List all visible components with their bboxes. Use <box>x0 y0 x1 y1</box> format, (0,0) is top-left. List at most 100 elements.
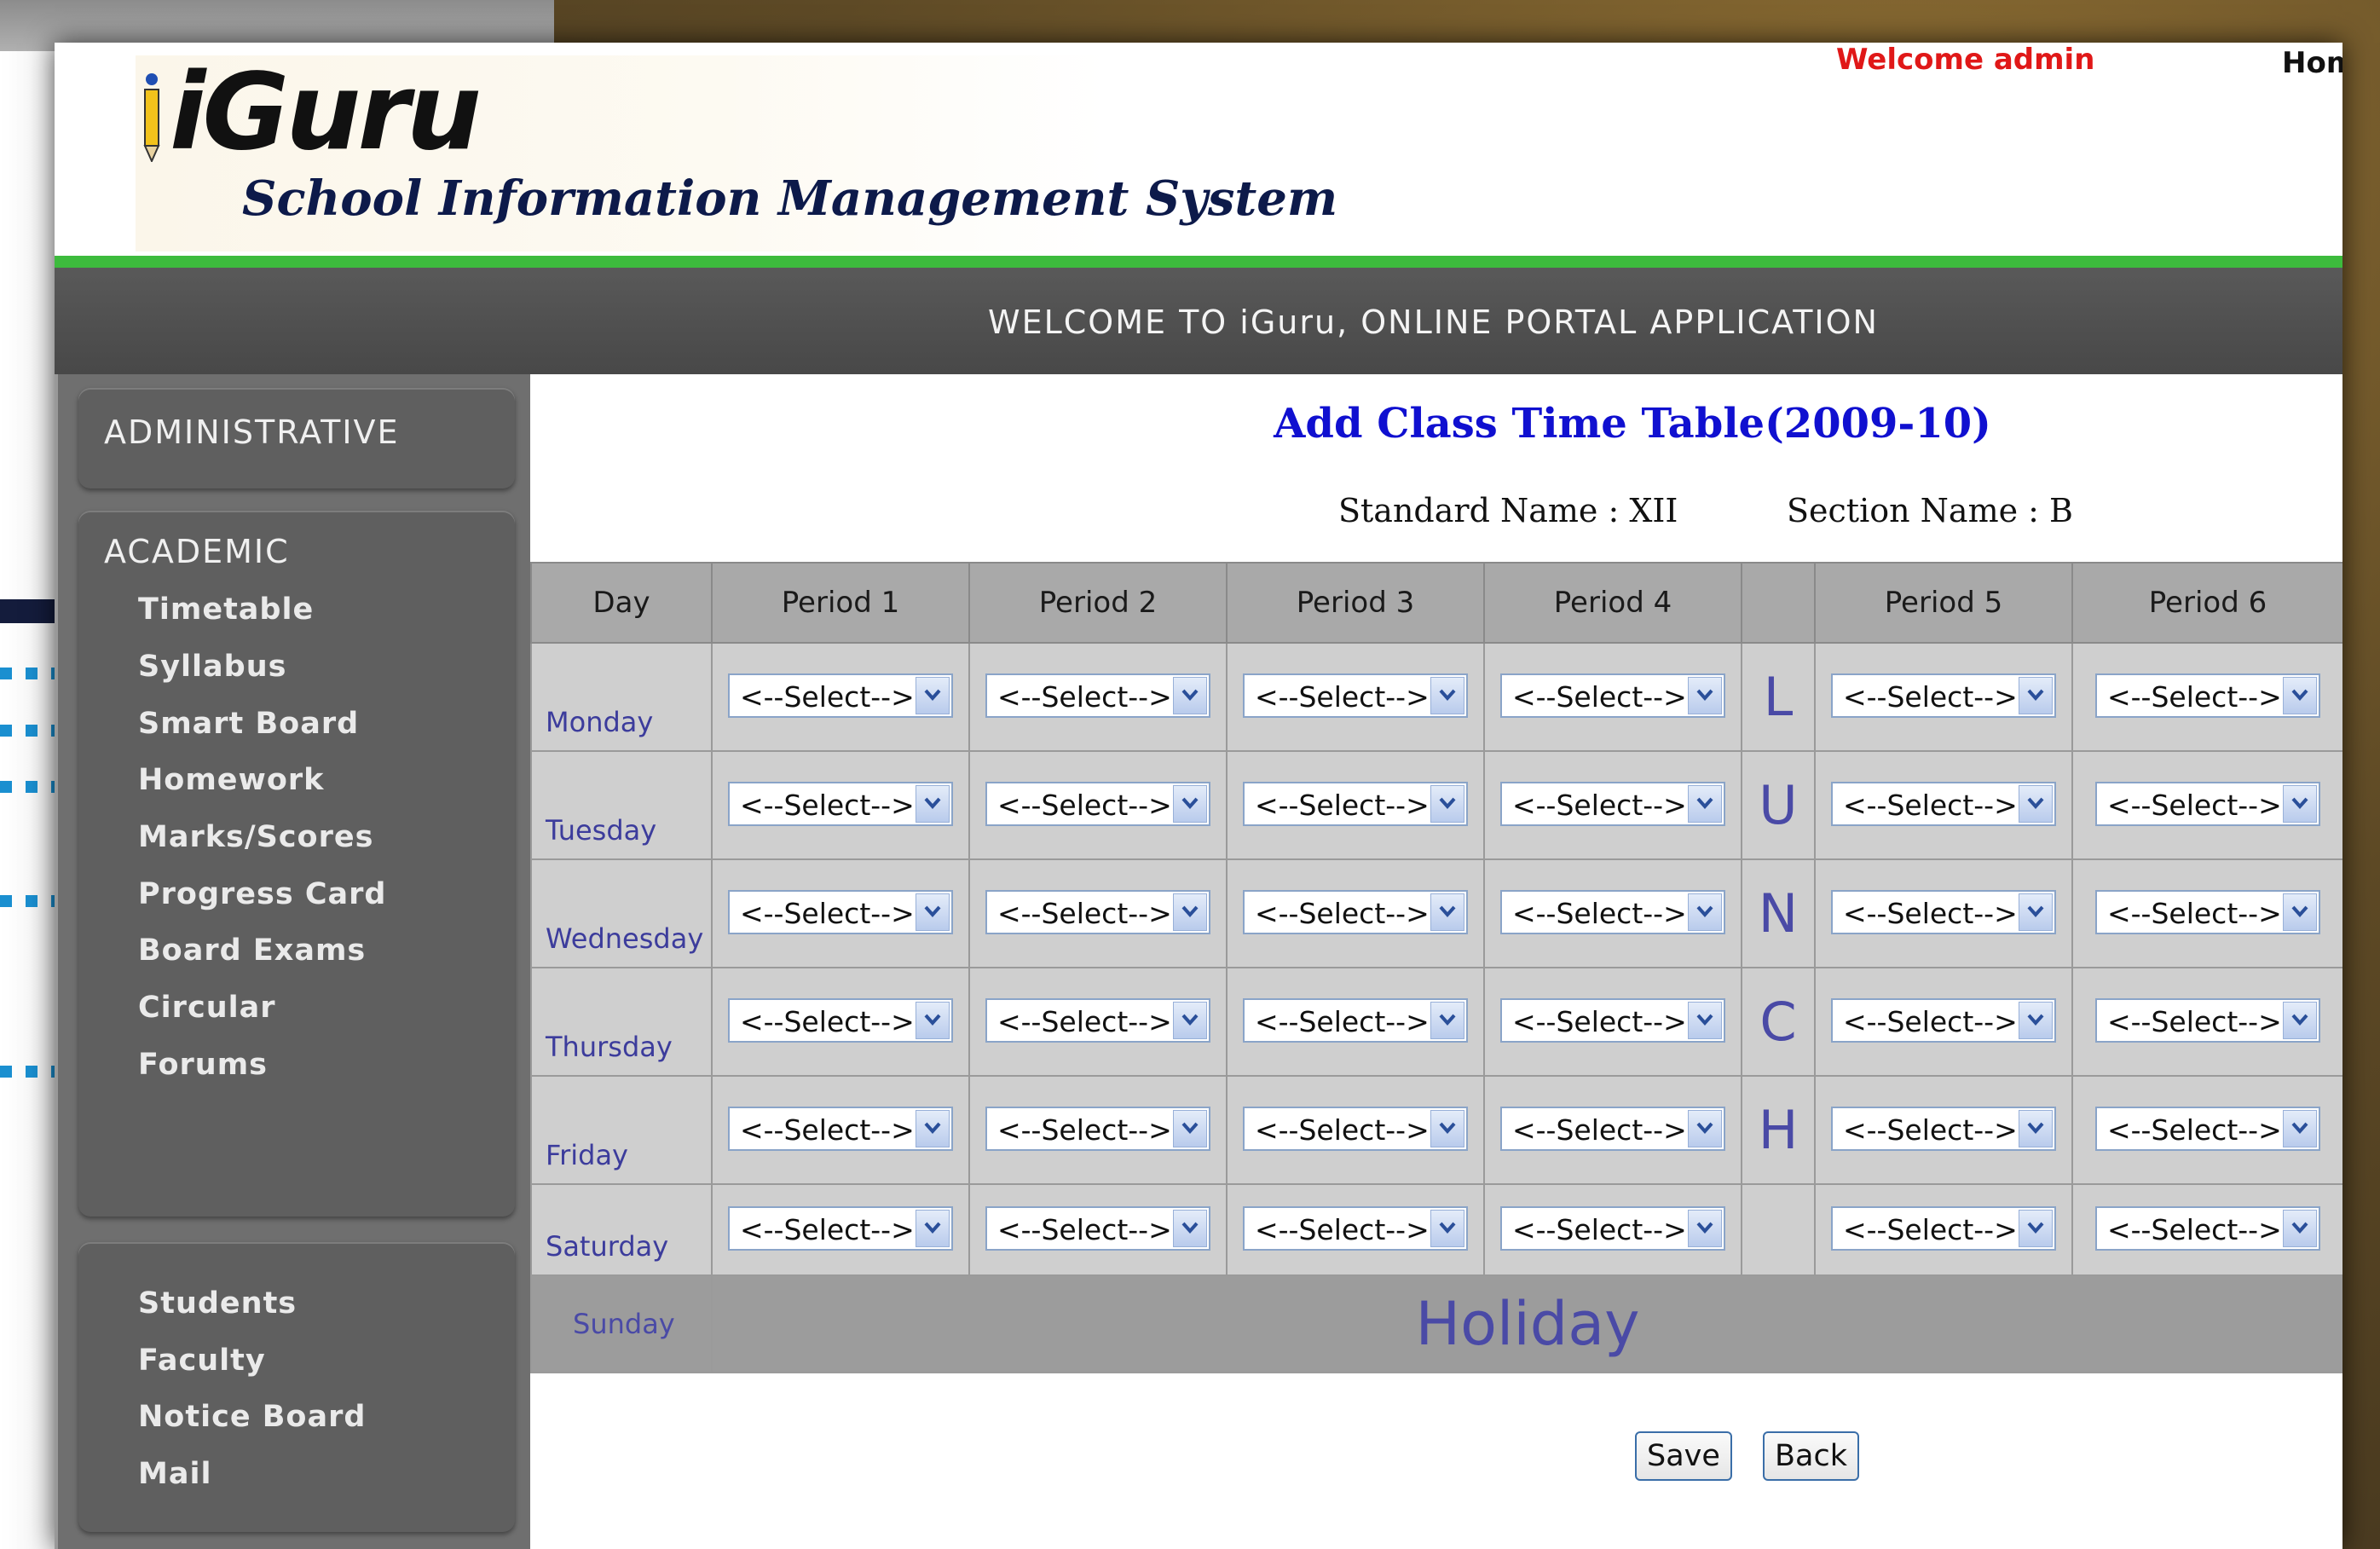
home-link[interactable]: Hom <box>2282 46 2342 80</box>
chevron-down-icon[interactable] <box>916 1209 950 1247</box>
chevron-down-icon[interactable] <box>916 893 950 931</box>
period-5-select-saturday[interactable]: <--Select--> <box>1831 1205 2056 1251</box>
academic-heading[interactable]: ACADEMIC <box>104 533 290 570</box>
nav-item-students[interactable]: Students <box>138 1286 297 1321</box>
nav-item-mail[interactable]: Mail <box>138 1457 211 1491</box>
chevron-down-icon[interactable] <box>916 676 950 714</box>
period-4-select-friday[interactable]: <--Select--> <box>1500 1106 1725 1151</box>
period-2-select-wednesday[interactable]: <--Select--> <box>985 889 1210 934</box>
period-5-select-wednesday[interactable]: <--Select--> <box>1831 889 2056 934</box>
chevron-down-icon[interactable] <box>2283 1001 2317 1039</box>
chevron-down-icon[interactable] <box>2019 676 2053 714</box>
chevron-down-icon[interactable] <box>2283 1109 2317 1147</box>
chevron-down-icon[interactable] <box>2019 893 2053 931</box>
period-1-select-tuesday[interactable]: <--Select--> <box>728 781 953 826</box>
chevron-down-icon[interactable] <box>1688 1209 1722 1247</box>
chevron-down-icon[interactable] <box>2283 893 2317 931</box>
nav-item-syllabus[interactable]: Syllabus <box>138 650 286 684</box>
chevron-down-icon[interactable] <box>1430 676 1464 714</box>
nav-item-board-exams[interactable]: Board Exams <box>138 933 366 968</box>
period-6-select-thursday[interactable]: <--Select--> <box>2095 997 2320 1043</box>
chevron-down-icon[interactable] <box>1688 1109 1722 1147</box>
period-4-select-tuesday[interactable]: <--Select--> <box>1500 781 1725 826</box>
period-5-select-friday[interactable]: <--Select--> <box>1831 1106 2056 1151</box>
chevron-down-icon[interactable] <box>1430 1209 1464 1247</box>
chevron-down-icon[interactable] <box>1430 784 1464 823</box>
period-5-select-tuesday[interactable]: <--Select--> <box>1831 781 2056 826</box>
nav-item-timetable[interactable]: Timetable <box>138 592 314 627</box>
period-cell: <--Select--> <box>2071 967 2342 1077</box>
chevron-down-icon[interactable] <box>1173 1001 1207 1039</box>
administrative-panel[interactable]: ADMINISTRATIVE <box>78 388 515 488</box>
chevron-down-icon[interactable] <box>2019 1209 2053 1247</box>
nav-item-marks-scores[interactable]: Marks/Scores <box>138 820 373 854</box>
chevron-down-icon[interactable] <box>1688 893 1722 931</box>
period-6-select-friday[interactable]: <--Select--> <box>2095 1106 2320 1151</box>
period-cell: <--Select--> <box>1483 1183 1742 1276</box>
period-4-select-thursday[interactable]: <--Select--> <box>1500 997 1725 1043</box>
nav-item-progress-card[interactable]: Progress Card <box>138 877 386 911</box>
select-value: <--Select--> <box>997 1113 1172 1147</box>
period-1-select-saturday[interactable]: <--Select--> <box>728 1205 953 1251</box>
period-6-select-monday[interactable]: <--Select--> <box>2095 673 2320 718</box>
chevron-down-icon[interactable] <box>1430 1001 1464 1039</box>
chevron-down-icon[interactable] <box>2019 1109 2053 1147</box>
save-button[interactable]: Save <box>1635 1431 1732 1481</box>
back-button[interactable]: Back <box>1763 1431 1859 1481</box>
chevron-down-icon[interactable] <box>1173 893 1207 931</box>
chevron-down-icon[interactable] <box>1430 893 1464 931</box>
chevron-down-icon[interactable] <box>1430 1109 1464 1147</box>
chevron-down-icon[interactable] <box>916 784 950 823</box>
nav-item-notice-board[interactable]: Notice Board <box>138 1400 366 1434</box>
chevron-down-icon[interactable] <box>1688 784 1722 823</box>
chevron-down-icon[interactable] <box>1173 784 1207 823</box>
nav-item-forums[interactable]: Forums <box>138 1048 268 1082</box>
nav-item-homework[interactable]: Homework <box>138 763 324 797</box>
chevron-down-icon[interactable] <box>2019 784 2053 823</box>
chevron-down-icon[interactable] <box>1688 1001 1722 1039</box>
period-4-select-saturday[interactable]: <--Select--> <box>1500 1205 1725 1251</box>
period-2-select-saturday[interactable]: <--Select--> <box>985 1205 1210 1251</box>
chevron-down-icon[interactable] <box>1173 1209 1207 1247</box>
period-6-select-tuesday[interactable]: <--Select--> <box>2095 781 2320 826</box>
chevron-down-icon[interactable] <box>916 1001 950 1039</box>
period-cell: <--Select--> <box>1814 642 2073 752</box>
chevron-down-icon[interactable] <box>2283 1209 2317 1247</box>
period-1-select-wednesday[interactable]: <--Select--> <box>728 889 953 934</box>
chevron-down-icon[interactable] <box>2019 1001 2053 1039</box>
period-6-select-saturday[interactable]: <--Select--> <box>2095 1205 2320 1251</box>
period-2-select-monday[interactable]: <--Select--> <box>985 673 1210 718</box>
chevron-down-icon[interactable] <box>1173 1109 1207 1147</box>
period-1-select-monday[interactable]: <--Select--> <box>728 673 953 718</box>
period-3-select-thursday[interactable]: <--Select--> <box>1243 997 1468 1043</box>
chevron-down-icon[interactable] <box>916 1109 950 1147</box>
period-3-select-wednesday[interactable]: <--Select--> <box>1243 889 1468 934</box>
period-6-select-wednesday[interactable]: <--Select--> <box>2095 889 2320 934</box>
administrative-heading[interactable]: ADMINISTRATIVE <box>104 413 400 451</box>
lunch-letter: C <box>1741 967 1816 1077</box>
period-4-select-monday[interactable]: <--Select--> <box>1500 673 1725 718</box>
chevron-down-icon[interactable] <box>1173 676 1207 714</box>
chevron-down-icon[interactable] <box>2283 676 2317 714</box>
period-2-select-thursday[interactable]: <--Select--> <box>985 997 1210 1043</box>
nav-item-circular[interactable]: Circular <box>138 991 275 1025</box>
period-5-select-monday[interactable]: <--Select--> <box>1831 673 2056 718</box>
period-4-select-wednesday[interactable]: <--Select--> <box>1500 889 1725 934</box>
nav-item-smart-board[interactable]: Smart Board <box>138 707 359 741</box>
chevron-down-icon[interactable] <box>1688 676 1722 714</box>
period-cell: <--Select--> <box>711 1075 970 1185</box>
nav-item-faculty[interactable]: Faculty <box>138 1344 266 1378</box>
period-3-select-friday[interactable]: <--Select--> <box>1243 1106 1468 1151</box>
chevron-down-icon[interactable] <box>2283 784 2317 823</box>
select-value: <--Select--> <box>1512 1004 1687 1038</box>
period-2-select-friday[interactable]: <--Select--> <box>985 1106 1210 1151</box>
period-cell: <--Select--> <box>1226 1075 1485 1185</box>
academic-panel: ACADEMIC Timetable Syllabus Smart Board … <box>78 511 515 1217</box>
period-2-select-tuesday[interactable]: <--Select--> <box>985 781 1210 826</box>
period-1-select-thursday[interactable]: <--Select--> <box>728 997 953 1043</box>
period-1-select-friday[interactable]: <--Select--> <box>728 1106 953 1151</box>
period-3-select-monday[interactable]: <--Select--> <box>1243 673 1468 718</box>
period-5-select-thursday[interactable]: <--Select--> <box>1831 997 2056 1043</box>
period-3-select-tuesday[interactable]: <--Select--> <box>1243 781 1468 826</box>
period-3-select-saturday[interactable]: <--Select--> <box>1243 1205 1468 1251</box>
